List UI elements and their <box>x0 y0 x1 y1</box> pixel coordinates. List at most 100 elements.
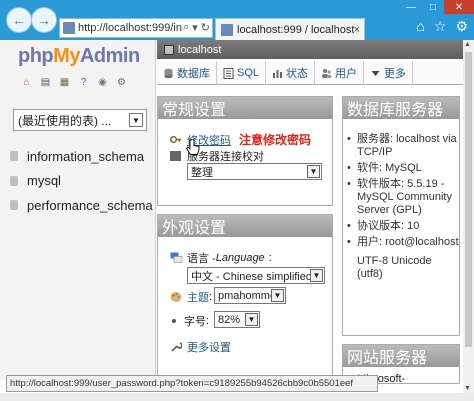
tab-label: 更多 <box>384 68 407 80</box>
database-item-information-schema[interactable]: information_schema <box>10 144 153 169</box>
change-password-note: 注意修改密码 <box>239 133 312 147</box>
pma-favicon-icon <box>63 22 75 34</box>
database-name: performance_schema <box>27 197 153 213</box>
tab-close-icon[interactable]: × <box>354 24 360 36</box>
theme-value: pmahomme <box>218 289 277 302</box>
database-list: information_schema mysql performance_sch… <box>10 144 153 218</box>
minimize-icon[interactable]: — <box>400 0 422 14</box>
help-icon[interactable]: ? <box>77 76 90 89</box>
logo-admin: Admin <box>79 45 140 67</box>
settings-gear-icon[interactable]: ⚙ <box>455 18 468 35</box>
favorites-star-icon[interactable]: ☆ <box>434 18 447 35</box>
chevron-down-icon: ▼ <box>245 313 258 326</box>
font-size-select[interactable]: 82% ▼ <box>214 311 260 328</box>
chevron-down-icon: ▼ <box>129 113 143 127</box>
tab-label: 用户 <box>335 68 358 80</box>
address-url[interactable]: http://localhost:999/in <box>78 22 182 34</box>
breadcrumb: localhost <box>157 40 474 59</box>
tab-sql[interactable]: SQL <box>217 61 267 85</box>
theme-row: 主题 : <box>170 289 216 305</box>
appearance-settings-title: 外观设置 <box>158 215 332 237</box>
maximize-icon[interactable]: □ <box>422 0 444 14</box>
browser-chrome: ← → http://localhost:999/in ⌕ ▾ ↻ localh… <box>0 0 474 40</box>
database-icon <box>10 200 18 211</box>
tab-title: localhost:999 / localhost <box>237 23 354 36</box>
home-icon[interactable]: ⌂ <box>20 76 33 89</box>
collation-row: 服务器连接校对 <box>170 148 264 164</box>
database-name: information_schema <box>27 148 145 164</box>
query-window-icon[interactable]: ▦ <box>58 76 71 89</box>
font-size-value: 82% <box>218 313 241 326</box>
dropdown-arrow-icon[interactable]: ▾ <box>192 21 198 34</box>
palette-icon <box>170 292 182 302</box>
window-controls: — □ ✕ <box>400 0 474 14</box>
theme-link[interactable]: 主题 <box>187 289 209 305</box>
logo-my: My <box>53 45 80 67</box>
hand-cursor-icon <box>186 139 200 155</box>
collation-icon <box>170 151 181 161</box>
recent-tables-select[interactable]: (最近使用的表) ... ▼ <box>13 109 147 131</box>
browser-toolbar-icons: ⌂ ☆ ⚙ <box>416 18 468 35</box>
web-server-title: 网站服务器 <box>343 345 459 367</box>
scroll-up-icon[interactable]: ▲ <box>464 41 471 48</box>
main-tabs: 数据库 SQL 状态 用户 更多 <box>157 61 474 85</box>
back-button[interactable]: ← <box>6 7 32 33</box>
tab-status[interactable]: 状态 <box>266 61 316 85</box>
chevron-down-icon: ▼ <box>310 269 323 282</box>
main-content: localhost 数据库 SQL 状态 用户 更多 常规设置 修改密码 注意修… <box>157 40 474 385</box>
language-icon <box>170 252 183 263</box>
tab-label: SQL <box>237 67 260 79</box>
breadcrumb-server[interactable]: localhost <box>178 44 221 56</box>
database-server-title: 数据库服务器 <box>343 97 459 119</box>
home-icon[interactable]: ⌂ <box>416 18 424 35</box>
bottom-strip <box>0 393 474 401</box>
font-size-label: 字号 <box>184 316 206 328</box>
page-scrollbar[interactable]: ▲ ▼ <box>463 40 474 393</box>
collation-value: 整理 <box>191 166 213 179</box>
settings-gear-icon[interactable]: ⚙ <box>115 76 128 89</box>
database-server-info: • 服务器: localhost via TCP/IP • 软件: MySQL • 软… <box>347 133 459 284</box>
recent-tables-value: (最近使用的表) ... <box>18 113 112 128</box>
font-size-bullet <box>172 319 176 323</box>
scroll-down-icon[interactable]: ▼ <box>464 385 471 392</box>
list-item: UTF-8 Unicode (utf8) <box>357 255 432 280</box>
language-label-en: Language <box>215 252 265 264</box>
browser-tab[interactable]: localhost:999 / localhost × <box>215 18 365 40</box>
address-bar[interactable]: http://localhost:999/in ⌕ ▾ ↻ <box>59 18 213 38</box>
quick-links: ⌂ ▤ ▦ ? ◉ ⚙ <box>20 76 128 89</box>
users-icon <box>322 68 332 78</box>
refresh-icon[interactable]: ↻ <box>201 21 210 34</box>
back-arrow-icon: ← <box>12 12 26 28</box>
exit-icon[interactable]: ▤ <box>39 76 52 89</box>
tab-databases[interactable]: 数据库 <box>157 61 217 85</box>
wrench-icon <box>171 342 182 352</box>
scrollbar-thumb[interactable] <box>465 52 472 347</box>
general-settings-title: 常规设置 <box>158 97 332 119</box>
list-item: • 软件: MySQL <box>347 162 422 174</box>
font-size-colon: : <box>206 315 210 327</box>
search-icon[interactable]: ⌕ <box>183 21 189 34</box>
language-select[interactable]: 中文 - Chinese simplified ▼ <box>187 267 325 284</box>
close-window-icon[interactable]: ✕ <box>444 0 474 14</box>
forward-button[interactable]: → <box>31 7 57 33</box>
logo-php: php <box>18 45 54 67</box>
documentation-icon[interactable]: ◉ <box>96 76 109 89</box>
database-name: mysql <box>27 173 61 189</box>
forward-arrow-icon: → <box>37 12 51 28</box>
more-settings-link[interactable]: 更多设置 <box>187 339 231 355</box>
language-row: 语言 - Language : <box>170 250 272 266</box>
database-item-mysql[interactable]: mysql <box>10 169 153 194</box>
database-icon <box>164 68 173 78</box>
phpmyadmin-logo[interactable]: phpMyAdmin <box>18 45 140 68</box>
tab-users[interactable]: 用户 <box>315 61 365 85</box>
theme-select[interactable]: pmahomme ▼ <box>214 287 286 304</box>
database-server-panel: 数据库服务器 • 服务器: localhost via TCP/IP • 软件: M… <box>342 96 460 336</box>
sql-icon <box>223 67 234 79</box>
more-settings-row: 更多设置 <box>170 339 231 355</box>
collation-select[interactable]: 整理 ▼ <box>187 163 322 180</box>
general-settings-panel: 常规设置 修改密码 注意修改密码 服务器连接校对 整理 ▼ <box>157 96 333 206</box>
database-item-performance-schema[interactable]: performance_schema <box>10 193 153 218</box>
tab-more[interactable]: 更多 <box>364 61 414 85</box>
language-value: 中文 - Chinese simplified <box>191 270 313 283</box>
navigation-panel: phpMyAdmin ⌂ ▤ ▦ ? ◉ ⚙ (最近使用的表) ... ▼ in… <box>0 40 156 380</box>
